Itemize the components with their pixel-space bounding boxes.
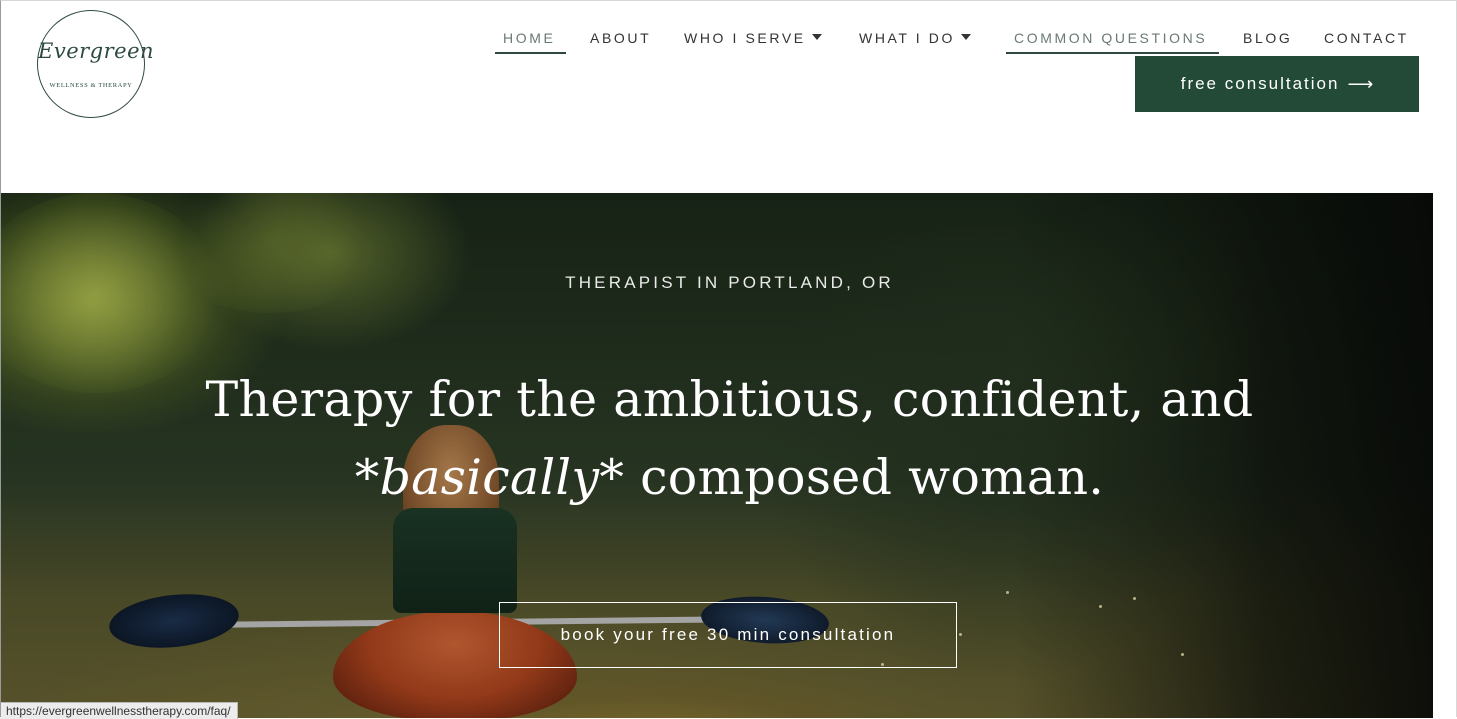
hero-title-emphasis: basically bbox=[379, 449, 600, 506]
hero-title-prefix: * bbox=[354, 449, 380, 506]
logo-script-text: Evergreen bbox=[38, 39, 155, 63]
nav-who-i-serve-label: WHO I SERVE bbox=[684, 30, 806, 46]
nav-common-questions-label: COMMON QUESTIONS bbox=[1014, 30, 1208, 46]
free-consultation-label: free consultation bbox=[1180, 74, 1340, 93]
arrow-right-icon: ⟶ bbox=[1347, 73, 1374, 94]
nav-home-label: HOME bbox=[503, 30, 556, 46]
nav-blog[interactable]: BLOG bbox=[1243, 28, 1292, 54]
caret-down-icon bbox=[961, 34, 971, 41]
hero-section: THERAPIST IN PORTLAND, OR Therapy for th… bbox=[1, 193, 1433, 718]
book-consultation-label: book your free 30 min consultation bbox=[560, 625, 896, 644]
hero-title-line1: Therapy for the ambitious, confident, an… bbox=[205, 371, 1254, 428]
site-logo[interactable]: Evergreen WELLNESS & THERAPY bbox=[37, 10, 155, 118]
nav-common-questions[interactable]: COMMON QUESTIONS bbox=[1006, 28, 1219, 54]
nav-about-label: ABOUT bbox=[590, 30, 652, 46]
nav-what-i-do-label: WHAT I DO bbox=[859, 30, 955, 46]
book-consultation-button[interactable]: book your free 30 min consultation bbox=[499, 602, 957, 668]
hero-title: Therapy for the ambitious, confident, an… bbox=[1, 361, 1433, 517]
nav-who-i-serve[interactable]: WHO I SERVE bbox=[684, 28, 822, 54]
nav-about[interactable]: ABOUT bbox=[590, 28, 651, 54]
logo-subtitle: WELLNESS & THERAPY bbox=[49, 82, 133, 89]
nav-contact-label: CONTACT bbox=[1324, 30, 1409, 46]
free-consultation-button[interactable]: free consultation ⟶ bbox=[1135, 56, 1419, 112]
status-bar-url: https://evergreenwellnesstherapy.com/faq… bbox=[0, 702, 238, 719]
caret-down-icon bbox=[811, 34, 822, 41]
nav-home[interactable]: HOME bbox=[495, 28, 566, 54]
nav-what-i-do[interactable]: WHAT I DO bbox=[859, 28, 971, 54]
hero-title-suffix: * composed woman. bbox=[599, 449, 1105, 506]
nav-contact[interactable]: CONTACT bbox=[1324, 28, 1409, 54]
site-header: Evergreen WELLNESS & THERAPY HOME ABOUT … bbox=[0, 0, 1457, 193]
nav-blog-label: BLOG bbox=[1243, 30, 1293, 46]
hero-eyebrow: THERAPIST IN PORTLAND, OR bbox=[565, 273, 894, 292]
